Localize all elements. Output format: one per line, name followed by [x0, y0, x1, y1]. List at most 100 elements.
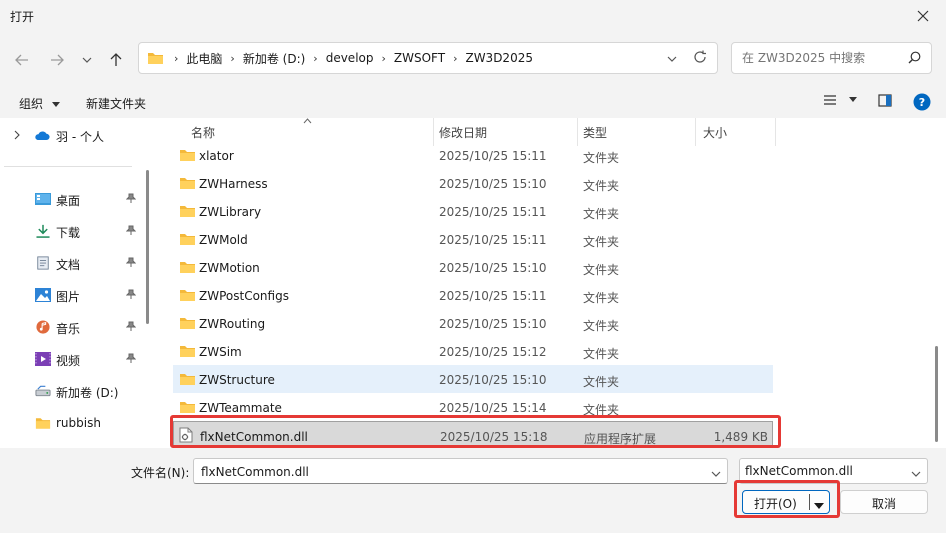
document-icon — [37, 256, 49, 270]
sidebar-item-label: 桌面 — [56, 194, 81, 208]
sidebar-item-label: 下载 — [56, 226, 81, 240]
preview-pane-button[interactable] — [878, 94, 892, 110]
folder-icon — [180, 346, 195, 357]
sidebar-item-videos[interactable]: 视频 — [0, 344, 150, 374]
sidebar-item-rubbish[interactable]: rubbish — [0, 408, 150, 438]
back-button[interactable] — [9, 48, 35, 72]
organize-button[interactable]: 组织 — [19, 95, 60, 112]
sidebar-item-downloads[interactable]: 下载 — [0, 216, 150, 246]
column-header-label: 大小 — [703, 126, 728, 140]
column-divider[interactable] — [775, 118, 776, 146]
search-icon[interactable] — [908, 51, 921, 67]
help-icon: ? — [913, 93, 931, 111]
filename-label: 文件名(N): — [131, 466, 190, 480]
list-item[interactable]: ZWMotion 2025/10/25 15:10 文件夹 — [173, 253, 773, 281]
file-date: 2025/10/25 15:11 — [439, 289, 547, 303]
file-name: ZWTeammate — [199, 401, 282, 415]
breadcrumb-drive-d[interactable]: 新加卷 (D:) — [239, 50, 309, 67]
filename-combobox[interactable] — [193, 458, 728, 484]
navigation-pane: 羽 - 个人 桌面 下载 文档 图片 音乐 视频 新加卷 (D:) rubbis… — [0, 118, 155, 448]
file-name: xlator — [199, 149, 234, 163]
file-name: ZWStructure — [199, 373, 275, 387]
breadcrumb-separator: › — [174, 51, 179, 65]
list-item[interactable]: ZWLibrary 2025/10/25 15:11 文件夹 — [173, 197, 773, 225]
filename-input[interactable] — [199, 464, 699, 480]
folder-icon — [35, 418, 51, 429]
folder-icon — [180, 178, 195, 189]
column-header-label: 名称 — [191, 126, 216, 140]
file-date: 2025/10/25 15:12 — [439, 345, 547, 359]
pin-icon[interactable] — [126, 225, 136, 236]
forward-button[interactable] — [44, 48, 70, 72]
cancel-button-label: 取消 — [871, 497, 896, 511]
address-bar[interactable]: › 此电脑 › 新加卷 (D:) › develop › ZWSOFT › ZW… — [138, 42, 718, 74]
up-button[interactable] — [103, 48, 129, 72]
refresh-button[interactable] — [693, 50, 707, 67]
recent-locations-button[interactable] — [74, 48, 100, 72]
breadcrumb-zw3d2025[interactable]: ZW3D2025 — [461, 51, 537, 65]
file-list-scrollbar[interactable] — [935, 346, 938, 442]
cloud-icon — [35, 131, 50, 140]
drive-icon — [35, 385, 51, 397]
breadcrumb-this-pc[interactable]: 此电脑 — [182, 50, 226, 67]
window-title: 打开 — [10, 10, 35, 24]
music-icon — [36, 320, 50, 334]
sidebar-item-label: 视频 — [56, 354, 81, 368]
new-folder-button[interactable]: 新建文件夹 — [86, 95, 146, 112]
list-item[interactable]: ZWPostConfigs 2025/10/25 15:11 文件夹 — [173, 281, 773, 309]
folder-icon — [148, 53, 163, 64]
file-date: 2025/10/25 15:10 — [439, 317, 547, 331]
list-item[interactable]: ZWMold 2025/10/25 15:11 文件夹 — [173, 225, 773, 253]
file-type: 文件夹 — [583, 207, 620, 221]
breadcrumb-zwsoft[interactable]: ZWSOFT — [390, 51, 449, 65]
sidebar-item-documents[interactable]: 文档 — [0, 248, 150, 278]
pin-icon[interactable] — [126, 193, 136, 204]
file-type: 文件夹 — [583, 263, 620, 277]
file-date: 2025/10/25 15:11 — [439, 205, 547, 219]
list-view-icon — [824, 95, 836, 105]
organize-label: 组织 — [19, 97, 44, 111]
sidebar-item-label: rubbish — [56, 416, 101, 430]
sidebar-item-music[interactable]: 音乐 — [0, 312, 150, 342]
pin-icon[interactable] — [126, 353, 136, 364]
close-button[interactable] — [900, 0, 946, 32]
column-header-label: 类型 — [583, 126, 608, 140]
sidebar-item-label: 音乐 — [56, 322, 81, 336]
cancel-button[interactable]: 取消 — [840, 490, 928, 514]
sidebar-item-desktop[interactable]: 桌面 — [0, 184, 150, 214]
file-name: ZWRouting — [199, 317, 266, 331]
sidebar-scrollbar[interactable] — [146, 170, 149, 324]
highlight-annotation — [170, 415, 781, 448]
pin-icon[interactable] — [126, 321, 136, 332]
search-box[interactable] — [731, 42, 932, 74]
sidebar-item-drive-d[interactable]: 新加卷 (D:) — [0, 376, 150, 406]
search-input[interactable] — [740, 49, 900, 67]
list-item[interactable]: ZWSim 2025/10/25 15:12 文件夹 — [173, 337, 773, 365]
command-bar: 组织 新建文件夹 ? — [0, 88, 946, 118]
pin-icon[interactable] — [126, 289, 136, 300]
caret-down-icon — [51, 102, 60, 107]
breadcrumb-separator: › — [453, 51, 458, 65]
address-history-button[interactable] — [667, 51, 677, 65]
help-button[interactable]: ? — [913, 93, 931, 114]
file-type: 文件夹 — [583, 235, 620, 249]
file-type: 文件夹 — [583, 291, 620, 305]
breadcrumb-develop[interactable]: develop — [322, 51, 378, 65]
file-name: ZWLibrary — [199, 205, 262, 219]
folder-icon — [180, 318, 195, 329]
list-item[interactable]: ZWRouting 2025/10/25 15:10 文件夹 — [173, 309, 773, 337]
sidebar-item-onedrive[interactable]: 羽 - 个人 — [0, 119, 150, 149]
list-item[interactable]: ZWStructure 2025/10/25 15:10 文件夹 — [173, 365, 773, 393]
pin-icon[interactable] — [126, 257, 136, 268]
filetype-dropdown-button[interactable] — [911, 466, 921, 480]
sidebar-item-pictures[interactable]: 图片 — [0, 280, 150, 310]
view-options-button[interactable] — [823, 94, 857, 109]
filename-history-button[interactable] — [711, 466, 721, 480]
list-item[interactable]: ZWHarness 2025/10/25 15:10 文件夹 — [173, 169, 773, 197]
folder-icon — [180, 206, 195, 217]
file-name: ZWHarness — [199, 177, 268, 191]
list-item[interactable]: xlator 2025/10/25 15:11 文件夹 — [173, 141, 773, 169]
caret-down-icon — [848, 97, 857, 102]
sidebar-item-label: 羽 - 个人 — [56, 130, 104, 144]
chevron-down-icon — [711, 471, 721, 477]
